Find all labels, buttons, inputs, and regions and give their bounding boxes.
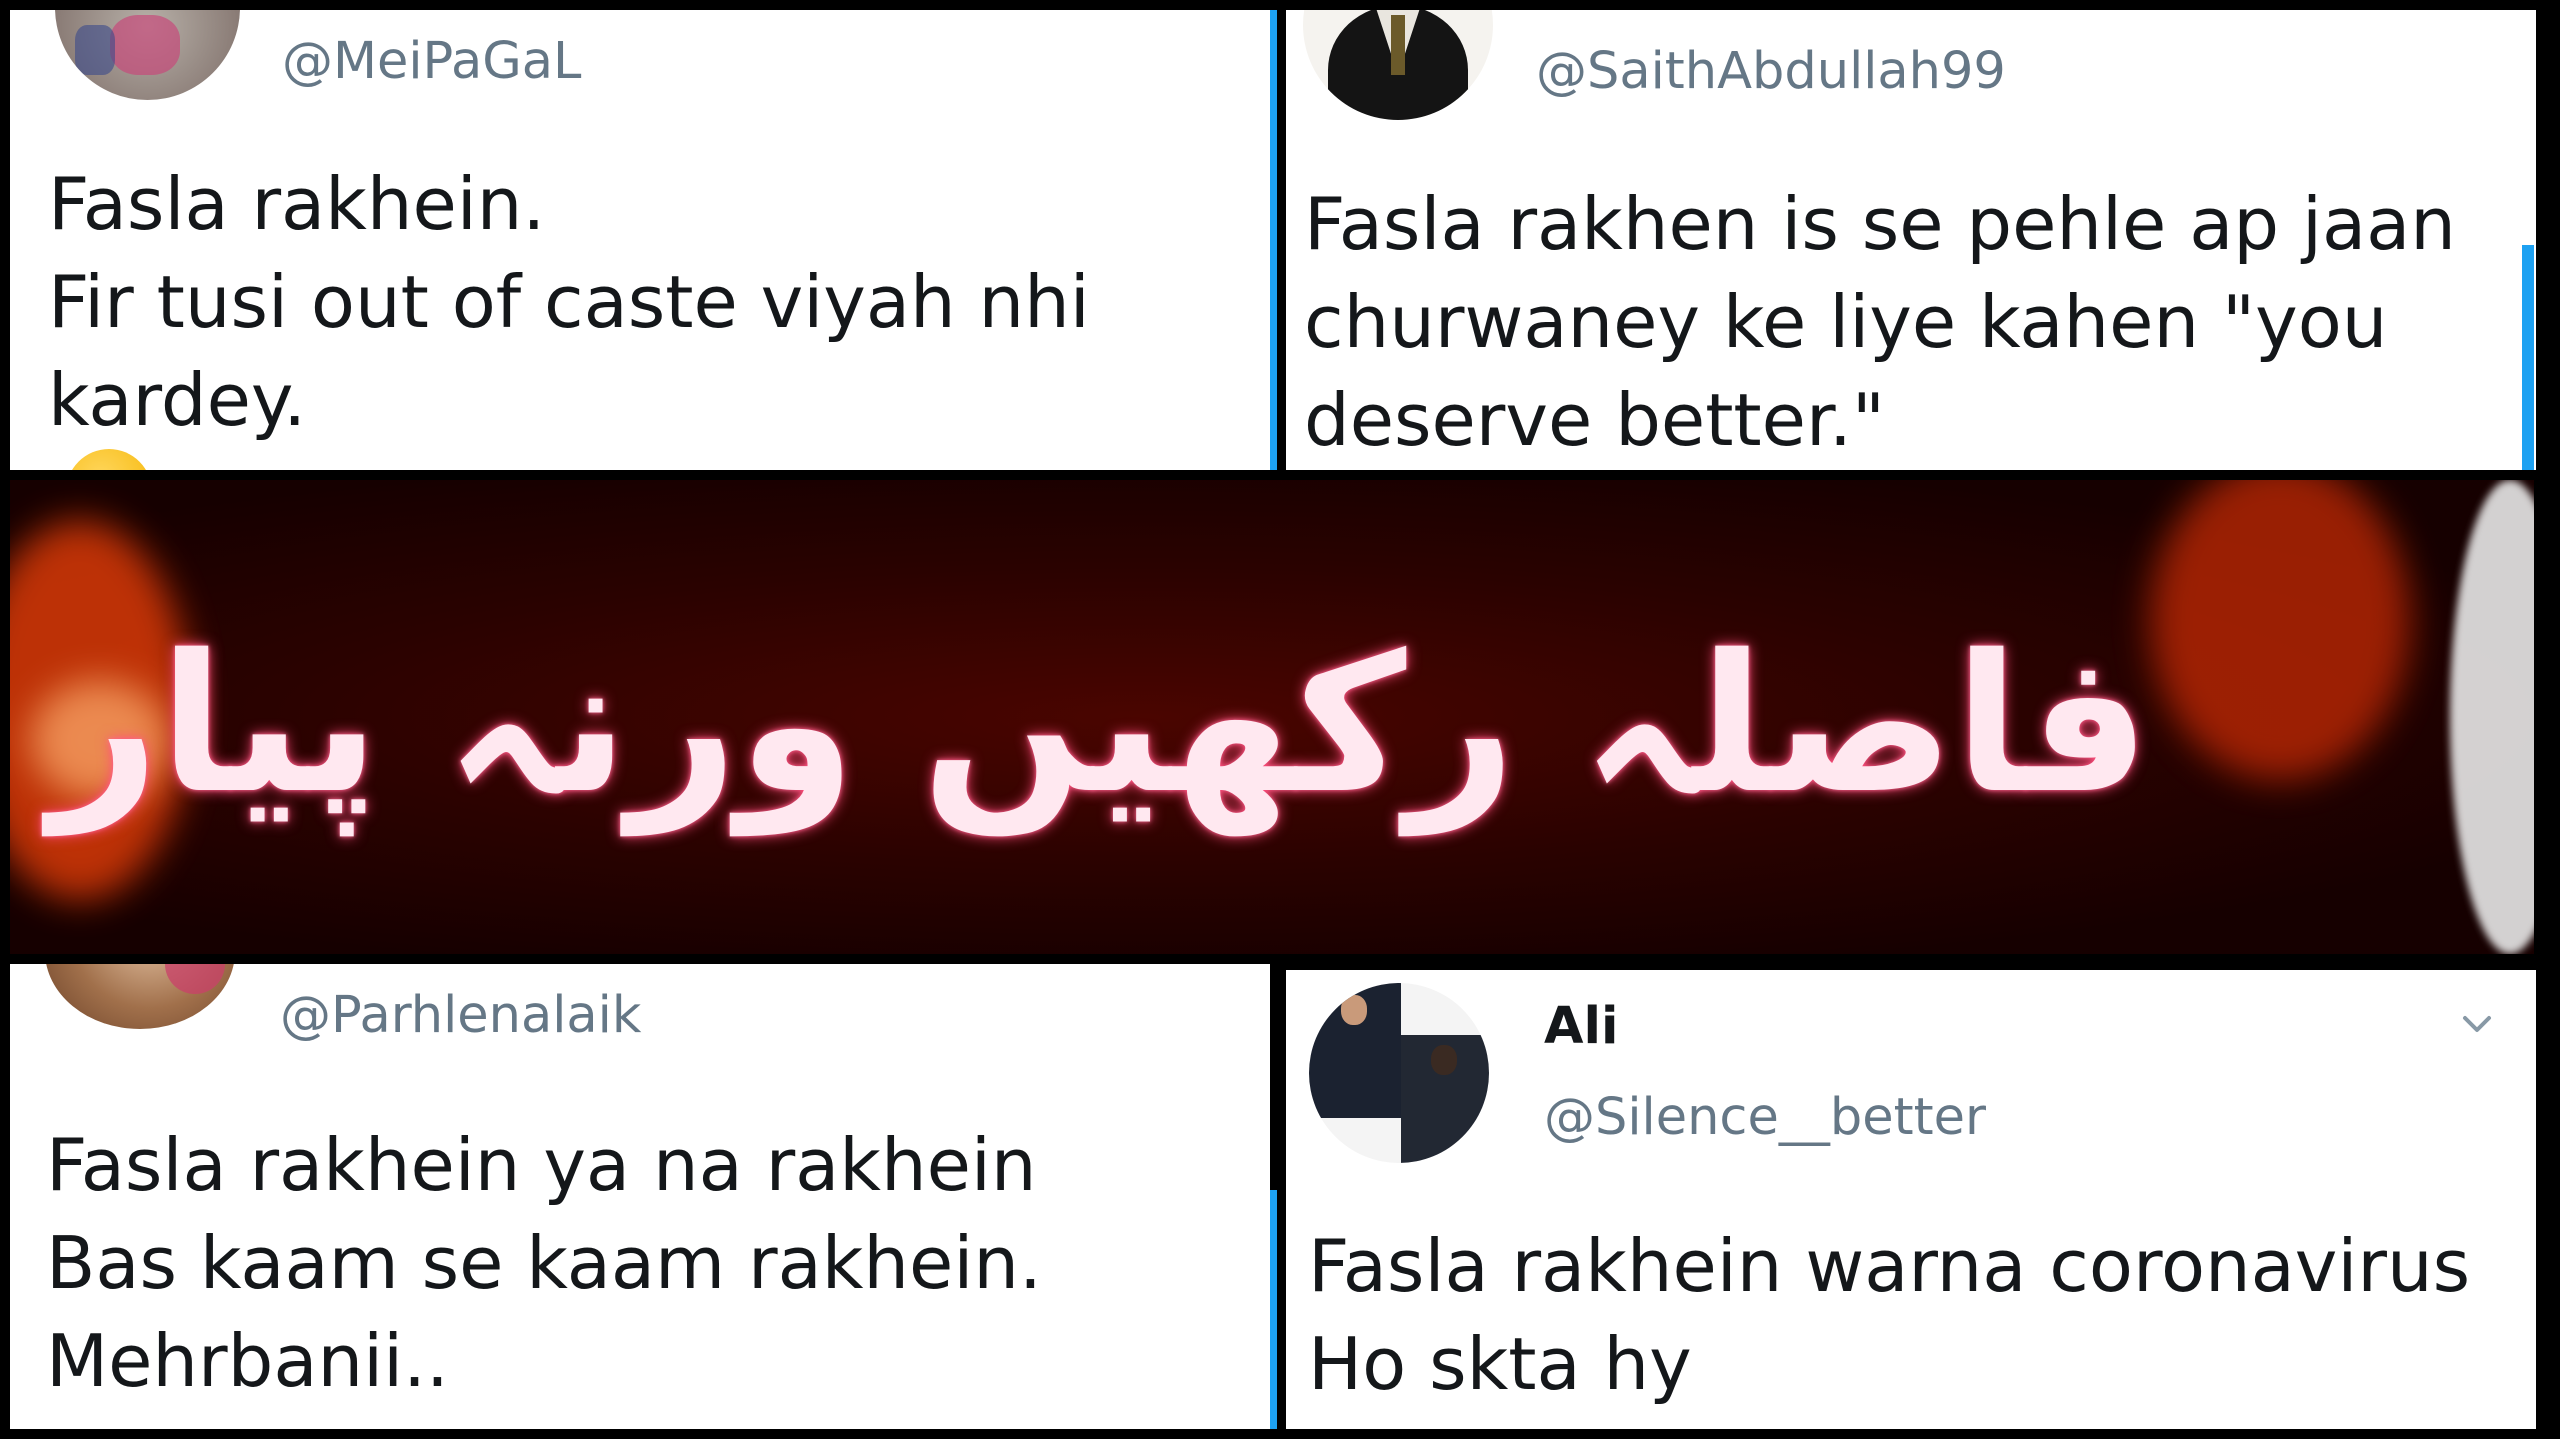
- tweet-card-top-right: @SaithAbdullah99 Fasla rakhen is se pehl…: [1286, 10, 2536, 470]
- tweet-line: Fir tusi out of caste viyah nhi: [48, 260, 1090, 344]
- urdu-banner-text: فاصلہ رکھیں ورنہ پیار ہو جائے گا: [10, 614, 2150, 835]
- avatar[interactable]: [1309, 983, 1489, 1163]
- urdu-banner-image: فاصلہ رکھیں ورنہ پیار ہو جائے گا: [10, 480, 2534, 954]
- tweet-line: Ho skta hy: [1308, 1322, 1692, 1406]
- tweet-line: Fasla rakhein ya na rakhein: [46, 1123, 1037, 1207]
- tweet-card-top-left: @MeiPaGaL Fasla rakhein. Fir tusi out of…: [10, 10, 1270, 470]
- avatar[interactable]: [55, 10, 240, 100]
- tweet-text: Fasla rakhen is se pehle ap jaan churwan…: [1304, 175, 2456, 469]
- tweet-line: Mehrbanii..: [46, 1319, 449, 1403]
- tweet-line: Fasla rakhein.: [48, 162, 546, 246]
- tweet-line: deserve better.": [1304, 378, 1885, 462]
- tweet-text: Fasla rakhein ya na rakhein Bas kaam se …: [46, 1116, 1042, 1410]
- display-name[interactable]: Ali: [1544, 997, 1618, 1056]
- scrollbar[interactable]: [1270, 1190, 1277, 1429]
- flame-decoration: [2150, 480, 2410, 780]
- tweet-line: kardey.: [48, 351, 1090, 470]
- user-handle[interactable]: @MeiPaGaL: [282, 32, 581, 91]
- tweet-line: Fasla rakhein warna coronavirus: [1308, 1224, 2471, 1308]
- tweet-line: Bas kaam se kaam rakhein.: [46, 1221, 1042, 1305]
- tweet-text: Fasla rakhein. Fir tusi out of caste viy…: [48, 155, 1090, 470]
- tweet-line: Fasla rakhen is se pehle ap jaan: [1304, 182, 2456, 266]
- scrollbar[interactable]: [1270, 10, 1277, 470]
- chevron-down-icon[interactable]: [2461, 1008, 2493, 1040]
- tweet-card-bottom-left: @Parhlenalaik Fasla rakhein ya na rakhei…: [10, 964, 1270, 1429]
- avatar[interactable]: [45, 964, 235, 1029]
- tweet-card-bottom-right: Ali @Silence__better Fasla rakhein warna…: [1286, 970, 2536, 1429]
- tweet-text: Fasla rakhein warna coronavirus Ho skta …: [1308, 1217, 2470, 1413]
- avatar[interactable]: [1303, 10, 1493, 120]
- tweet-line: churwaney ke liye kahen "you: [1304, 280, 2388, 364]
- user-handle[interactable]: @SaithAbdullah99: [1536, 42, 2006, 101]
- user-handle[interactable]: @Parhlenalaik: [280, 986, 641, 1045]
- scrollbar[interactable]: [2522, 245, 2534, 470]
- user-handle[interactable]: @Silence__better: [1544, 1088, 1986, 1147]
- unamused-face-icon: [66, 449, 152, 470]
- flame-decoration: [2450, 480, 2534, 954]
